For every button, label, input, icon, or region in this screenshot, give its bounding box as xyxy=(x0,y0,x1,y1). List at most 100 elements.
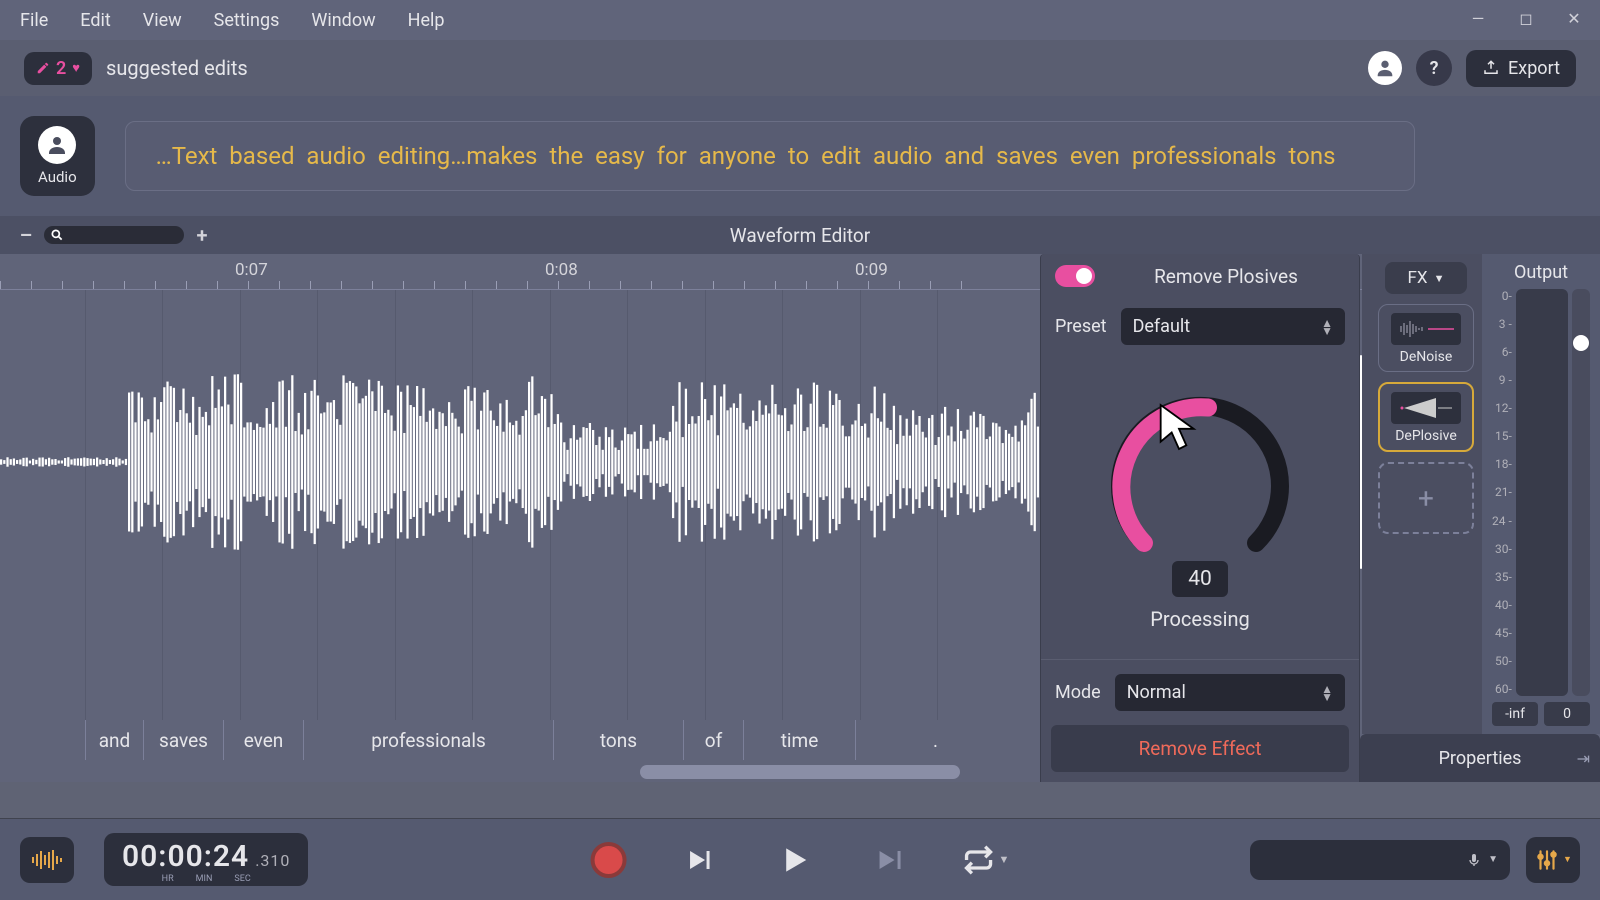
effect-toggle[interactable] xyxy=(1055,265,1095,287)
close-icon[interactable]: ✕ xyxy=(1556,4,1592,32)
fx-slot-label: DeNoise xyxy=(1400,349,1453,365)
mini-wave-icon xyxy=(1396,319,1456,339)
waveform-area: 0:07 0:08 0:09 and saves even profession… xyxy=(0,254,1600,782)
word-cell[interactable] xyxy=(0,720,85,760)
expand-icon[interactable]: ⇥ xyxy=(1577,749,1590,768)
loop-button[interactable]: ▼ xyxy=(963,844,1010,876)
edits-count: 2 xyxy=(56,58,66,79)
fx-slot-label: DePlosive xyxy=(1395,428,1457,444)
user-icon xyxy=(1374,57,1396,79)
window-controls: — ◻ ✕ xyxy=(1460,4,1592,32)
waveform-title: Waveform Editor xyxy=(730,224,870,247)
remove-effect-button[interactable]: Remove Effect xyxy=(1051,725,1349,772)
word-cell[interactable]: tons xyxy=(553,720,683,760)
toolbar: 2 ♥ suggested edits ? Export xyxy=(0,40,1600,96)
waveform-view-button[interactable] xyxy=(20,837,74,883)
output-title: Output xyxy=(1514,262,1568,283)
maximize-icon[interactable]: ◻ xyxy=(1508,4,1544,32)
export-button[interactable]: Export xyxy=(1466,50,1576,87)
edits-count-pill[interactable]: 2 ♥ xyxy=(24,52,92,85)
suggested-edits-label: suggested edits xyxy=(106,56,248,80)
search-input[interactable]: ▼ xyxy=(1250,840,1510,880)
play-button[interactable] xyxy=(775,840,815,880)
menu-bar: File Edit View Settings Window Help xyxy=(0,0,1600,40)
fx-chain: FX ▼ DeNoise DePlosive + xyxy=(1362,254,1490,734)
zoom-out-button[interactable]: – xyxy=(16,225,36,245)
fx-dropdown[interactable]: FX ▼ xyxy=(1385,262,1467,294)
word-cell[interactable]: saves xyxy=(143,720,223,760)
level-meter xyxy=(1516,289,1568,696)
menu-window[interactable]: Window xyxy=(311,10,375,31)
word-cell[interactable]: and xyxy=(85,720,143,760)
effect-title: Remove Plosives xyxy=(1107,265,1345,288)
menu-edit[interactable]: Edit xyxy=(80,10,110,31)
properties-label: Properties xyxy=(1439,748,1522,769)
mic-icon xyxy=(1466,850,1482,870)
mode-select[interactable]: Normal ▲▼ xyxy=(1115,674,1345,711)
select-arrows-icon: ▲▼ xyxy=(1321,685,1333,701)
waveform-left: 0:07 0:08 0:09 and saves even profession… xyxy=(0,254,1600,782)
mixer-button[interactable]: ▼ xyxy=(1526,837,1580,883)
properties-bar[interactable]: Properties ⇥ xyxy=(1360,734,1600,782)
record-button[interactable] xyxy=(591,842,627,878)
chevron-down-icon: ▼ xyxy=(1488,854,1498,865)
user-icon xyxy=(45,133,69,157)
word-cell[interactable]: even xyxy=(223,720,303,760)
tc-label: HR xyxy=(162,874,174,884)
skip-back-button[interactable] xyxy=(683,842,719,878)
transcript-strip: Audio …Text based audio editing…makes th… xyxy=(0,96,1600,216)
help-button[interactable]: ? xyxy=(1416,50,1452,86)
transcript-bubble[interactable]: …Text based audio editing…makes the easy… xyxy=(125,121,1415,191)
menu-view[interactable]: View xyxy=(143,10,182,31)
chevron-down-icon: ▼ xyxy=(999,853,1010,866)
zoom-in-button[interactable]: + xyxy=(192,225,212,245)
mini-wave-icon xyxy=(1396,396,1456,420)
chevron-down-icon: ▼ xyxy=(1434,272,1445,285)
time-tick: 0:07 xyxy=(235,260,268,280)
skip-forward-button[interactable] xyxy=(871,842,907,878)
fx-slot-denoise[interactable]: DeNoise xyxy=(1378,304,1474,372)
loop-icon xyxy=(963,844,995,876)
sliders-icon xyxy=(1534,847,1560,873)
menu-help[interactable]: Help xyxy=(408,10,445,31)
knob-value: 40 xyxy=(1172,561,1228,597)
word-cell[interactable]: time xyxy=(743,720,855,760)
mode-label: Mode xyxy=(1055,682,1101,703)
pencil-icon xyxy=(36,61,50,75)
menu-settings[interactable]: Settings xyxy=(214,10,280,31)
timecode-frac: .310 xyxy=(255,851,290,870)
minimize-icon[interactable]: — xyxy=(1460,4,1496,32)
transport-bar: 00:00:24 .310 HR MIN SEC ▼ ▼ ▼ xyxy=(0,818,1600,900)
user-avatar[interactable] xyxy=(1368,51,1402,85)
time-ruler[interactable]: 0:07 0:08 0:09 xyxy=(0,254,1600,290)
avatar-circle xyxy=(38,126,76,164)
menu-file[interactable]: File xyxy=(20,10,48,31)
track-avatar[interactable]: Audio xyxy=(20,116,95,196)
mode-value: Normal xyxy=(1127,682,1186,703)
output-meter: Output 0-3 -6- 9 -12-15- 18-21-24 - 30-3… xyxy=(1482,254,1600,734)
meter-scale: 0-3 -6- 9 -12-15- 18-21-24 - 30-35-40- 4… xyxy=(1492,289,1512,696)
time-tick: 0:09 xyxy=(855,260,888,280)
output-fader[interactable] xyxy=(1572,289,1590,696)
fx-slot-deplosive[interactable]: DePlosive xyxy=(1378,382,1474,452)
fx-add-button[interactable]: + xyxy=(1378,462,1474,534)
scrollbar-thumb[interactable] xyxy=(640,765,960,779)
waveform-canvas[interactable] xyxy=(0,290,1600,720)
processing-knob[interactable] xyxy=(1100,387,1300,587)
meter-peak: -inf xyxy=(1492,702,1538,726)
word-cell[interactable]: of xyxy=(683,720,743,760)
timecode-main: 00:00:24 xyxy=(122,839,249,874)
timecode-display[interactable]: 00:00:24 .310 HR MIN SEC xyxy=(104,833,308,886)
preset-value: Default xyxy=(1133,316,1191,337)
tc-label: MIN xyxy=(196,874,213,884)
zoom-slider[interactable] xyxy=(44,226,184,244)
waveform-header: – + Waveform Editor xyxy=(0,216,1600,254)
fx-label: FX xyxy=(1408,268,1428,288)
preset-select[interactable]: Default ▲▼ xyxy=(1121,308,1345,345)
word-cell[interactable]: professionals xyxy=(303,720,553,760)
chevron-down-icon: ▼ xyxy=(1563,854,1572,865)
knob-label: Processing xyxy=(1150,607,1249,631)
effect-panel: Remove Plosives Preset Default ▲▼ 40 Pro… xyxy=(1040,254,1360,782)
select-arrows-icon: ▲▼ xyxy=(1321,319,1333,335)
word-cell[interactable]: . xyxy=(855,720,1015,760)
